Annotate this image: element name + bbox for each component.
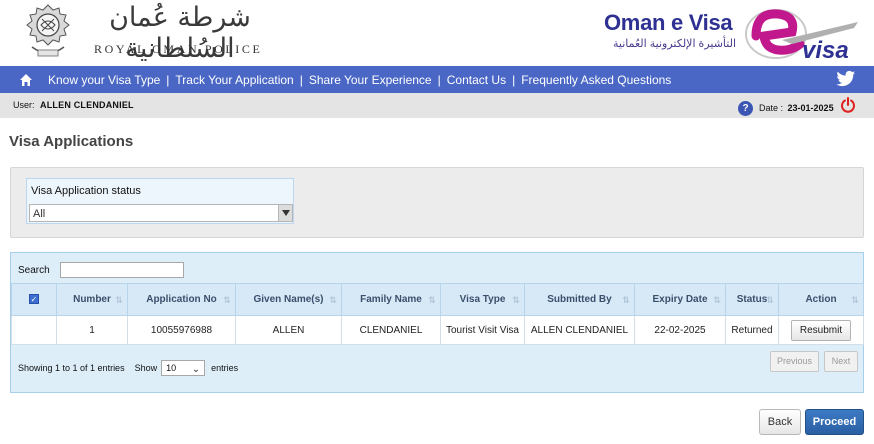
power-icon[interactable] — [840, 97, 856, 113]
column-header-submitted-by[interactable]: Submitted By ⇅ — [524, 283, 635, 316]
column-header-family-name[interactable]: Family Name ⇅ — [341, 283, 441, 316]
search-input[interactable] — [59, 262, 184, 278]
nav-track-application[interactable]: Track Your Application — [175, 73, 293, 87]
date-label: Date : — [759, 103, 784, 113]
royal-oman-police-emblem-icon — [26, 4, 70, 57]
entries-label: entries — [211, 363, 239, 373]
row-select-cell[interactable] — [11, 315, 57, 345]
column-header-given-names[interactable]: Given Name(s) ⇅ — [235, 283, 342, 316]
rop-english-title: ROYAL OMAN POLICE — [94, 42, 263, 56]
cell-family-name: CLENDANIEL — [341, 315, 441, 345]
main-nav: Know your Visa Type | Track Your Applica… — [0, 66, 874, 93]
status-select[interactable]: All — [29, 204, 293, 222]
select-all-header[interactable]: ✓ — [11, 283, 57, 316]
cell-given-names: ALLEN — [235, 315, 342, 345]
table-info: Showing 1 to 1 of 1 entries — [18, 363, 125, 373]
sort-icon: ⇅ — [622, 295, 630, 305]
search-label: Search — [18, 264, 50, 276]
cell-submitted-by: ALLEN CLENDANIEL — [524, 315, 635, 345]
applications-table: ✓ Number ⇅ Application No ⇅ Given Name(s) ⇅… — [11, 283, 864, 345]
sort-icon: ⇅ — [512, 295, 520, 305]
nav-separator: | — [512, 72, 516, 87]
chevron-down-icon: ⌄ — [191, 364, 201, 375]
sort-icon: ⇅ — [713, 295, 721, 305]
cell-application-no: 10055976988 — [127, 315, 236, 345]
cell-status: Returned — [725, 315, 779, 345]
sort-icon: ⇅ — [329, 295, 337, 305]
table-search: Search — [18, 262, 184, 278]
nav-faq[interactable]: Frequently Asked Questions — [521, 73, 671, 87]
sort-icon: ⇅ — [223, 295, 231, 305]
sort-icon: ⇅ — [115, 295, 123, 305]
cell-visa-type: Tourist Visit Visa — [440, 315, 525, 345]
sort-icon: ⇅ — [428, 295, 436, 305]
nav-separator: | — [437, 72, 441, 87]
user-bar: User: ALLEN CLENDANIEL ? Date : 23-01-20… — [0, 93, 874, 118]
cell-number: 1 — [56, 315, 128, 345]
select-all-checkbox[interactable]: ✓ — [29, 294, 39, 304]
show-label: Show — [134, 363, 158, 373]
proceed-button[interactable]: Proceed — [805, 409, 864, 435]
evisa-logo-text: visa — [802, 37, 849, 62]
twitter-icon[interactable] — [836, 70, 856, 88]
oman-evisa-arabic-subtitle: التأشيرة الإلكترونية العُمانية — [613, 38, 736, 50]
home-icon[interactable] — [19, 73, 33, 87]
date-value: 23-01-2025 — [787, 103, 834, 113]
previous-page-button[interactable]: Previous — [770, 351, 819, 372]
user-info: User: ALLEN CLENDANIEL — [13, 100, 134, 110]
column-header-action[interactable]: Action ⇅ — [778, 283, 864, 316]
filter-panel: Visa Application status All — [10, 167, 864, 238]
dropdown-arrow-icon[interactable] — [278, 205, 292, 221]
nav-know-visa-type[interactable]: Know your Visa Type — [48, 73, 160, 87]
date-display: Date : 23-01-2025 — [759, 103, 834, 113]
help-icon[interactable]: ? — [738, 101, 753, 116]
table-footer: Showing 1 to 1 of 1 entries Show 10 ⌄ en… — [18, 360, 238, 376]
site-header: شرطة عُمان السُلطانية ROYAL OMAN POLICE … — [0, 0, 874, 66]
table-header-row: ✓ Number ⇅ Application No ⇅ Given Name(s) ⇅… — [11, 283, 864, 316]
page-title: Visa Applications — [9, 133, 134, 150]
cell-action: Resubmit — [778, 315, 864, 345]
table-row: 1 10055976988 ALLEN CLENDANIEL Tourist V… — [11, 315, 864, 345]
status-filter-label: Visa Application status — [31, 185, 141, 197]
next-page-button[interactable]: Next — [824, 351, 858, 372]
nav-separator: | — [166, 72, 170, 87]
sort-icon: ⇅ — [851, 295, 859, 305]
status-filter: Visa Application status All — [26, 178, 294, 224]
status-select-value: All — [33, 208, 46, 220]
back-button[interactable]: Back — [759, 409, 801, 435]
cell-expiry-date: 22-02-2025 — [634, 315, 726, 345]
oman-evisa-title: Oman e Visa — [604, 10, 733, 35]
sort-icon: ⇅ — [766, 295, 774, 305]
user-label: User: — [13, 100, 35, 110]
column-header-application-no[interactable]: Application No ⇅ — [127, 283, 236, 316]
nav-contact-us[interactable]: Contact Us — [447, 73, 506, 87]
column-header-number[interactable]: Number ⇅ — [56, 283, 128, 316]
page-length-value: 10 — [166, 363, 177, 373]
nav-separator: | — [299, 72, 303, 87]
column-header-status[interactable]: Status ⇅ — [725, 283, 779, 316]
nav-share-experience[interactable]: Share Your Experience — [309, 73, 432, 87]
resubmit-button[interactable]: Resubmit — [791, 319, 851, 341]
column-header-visa-type[interactable]: Visa Type ⇅ — [440, 283, 525, 316]
evisa-logo-icon: visa — [745, 9, 858, 62]
applications-table-panel: Search ✓ Number ⇅ Application No ⇅ Given N… — [10, 252, 864, 393]
page-length-select[interactable]: 10 ⌄ — [161, 360, 206, 376]
user-name: ALLEN CLENDANIEL — [40, 100, 134, 110]
column-header-expiry-date[interactable]: Expiry Date ⇅ — [634, 283, 726, 316]
